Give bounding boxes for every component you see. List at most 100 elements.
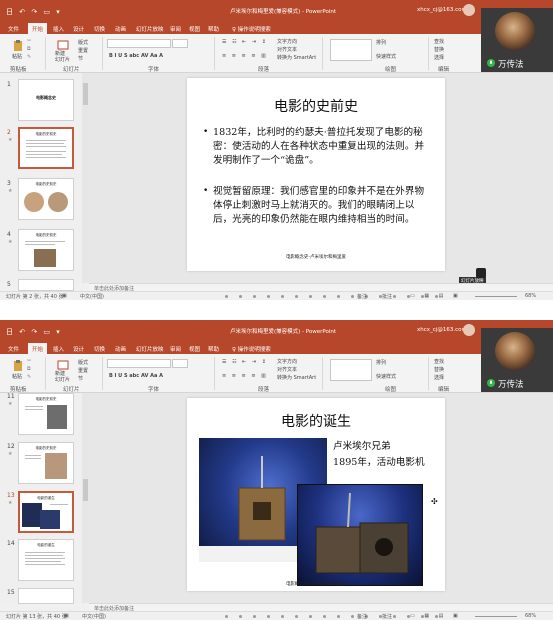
format-painter-icon[interactable]: ✎ — [27, 54, 31, 60]
tab-help[interactable]: 帮助 — [208, 25, 219, 33]
slide-thumbnail[interactable] — [18, 588, 74, 604]
find-button[interactable]: 查找 — [434, 38, 444, 45]
slide-footer[interactable]: 电影概念史-卢米埃尔和梅里爱 — [187, 254, 445, 260]
quick-access-toolbar[interactable]: 日 ↶ ↷ ▭ ▾ — [6, 7, 62, 17]
tab-help[interactable]: 帮助 — [208, 345, 219, 353]
quick-styles-button[interactable]: 快速样式 — [376, 373, 396, 380]
layout-button[interactable]: 版式 — [78, 359, 88, 366]
slide-thumbnails-pane[interactable]: 11 ★ 电影的史前史 12 ★ 电影的史前史 13 ★ 电影的诞生 14 电影… — [0, 393, 82, 604]
slide-thumbnail[interactable]: 电影的诞生 — [18, 539, 74, 581]
thumbnail-scrollbar[interactable] — [82, 393, 89, 603]
tab-insert[interactable]: 插入 — [53, 25, 64, 33]
align-buttons[interactable]: ≡ ≡ ≡ ≡ ▥ — [222, 373, 268, 379]
slide-thumbnails-pane[interactable]: 1 电影概念史 2 ★ 电影的史前史 3 ★ 电影的史前史 4 ★ 电影的史前史… — [0, 73, 82, 291]
arrange-button[interactable]: 排列 — [376, 39, 386, 46]
smartart-button[interactable]: 转换为 SmartArt — [277, 54, 316, 61]
section-button[interactable]: 节 — [78, 375, 83, 382]
layout-button[interactable]: 版式 — [78, 39, 88, 46]
slide-thumbnail[interactable]: 电影概念史 — [18, 79, 74, 121]
copy-icon[interactable]: ⧉ — [27, 46, 31, 52]
select-button[interactable]: 选择 — [434, 54, 444, 61]
notes-toggle[interactable]: 备注 — [357, 293, 367, 300]
tab-insert[interactable]: 插入 — [53, 345, 64, 353]
slide-thumbnail[interactable] — [18, 279, 74, 291]
replace-button[interactable]: 替换 — [434, 366, 444, 373]
slide-thumbnail[interactable]: 电影的史前史 — [18, 229, 74, 271]
tab-transitions[interactable]: 切换 — [94, 25, 105, 33]
slide[interactable]: 电影的诞生 卢米埃尔兄弟 1895年，活动电影机 电影概念史-卢米埃尔和梅里爱 — [187, 398, 445, 591]
slideshow-icon[interactable] — [476, 268, 486, 278]
shapes-gallery[interactable] — [330, 39, 372, 61]
font-size-box[interactable] — [172, 359, 188, 368]
view-buttons[interactable]: ▭ ▦ ▤ ▣ — [410, 613, 462, 619]
section-button[interactable]: 节 — [78, 55, 83, 62]
slide-thumbnail-selected[interactable]: 电影的诞生 — [18, 491, 74, 533]
notes-toggle[interactable]: 备注 — [357, 613, 367, 620]
list-buttons[interactable]: ☰ ☷ ⇤ ⇥ ↕ — [222, 359, 268, 365]
tab-animations[interactable]: 动画 — [115, 25, 126, 33]
slide-thumbnail[interactable]: 电影的史前史 — [18, 178, 74, 220]
account-avatar-icon[interactable] — [463, 4, 475, 16]
tab-file[interactable]: 文件 — [8, 345, 19, 353]
comments-toggle[interactable]: 批注 — [382, 293, 392, 300]
list-buttons[interactable]: ☰ ☷ ⇤ ⇥ ↕ — [222, 39, 268, 45]
caption-line-2[interactable]: 1895年，活动电影机 — [333, 456, 425, 470]
paste-icon[interactable] — [12, 359, 24, 371]
zoom-level[interactable]: 68% — [525, 613, 536, 619]
tell-me-search[interactable]: ♀ 操作说明搜索 — [232, 345, 271, 353]
tab-design[interactable]: 设计 — [73, 345, 84, 353]
account-email[interactable]: xhcx_cj@163.com — [417, 7, 467, 13]
scrollbar-thumb[interactable] — [83, 479, 88, 501]
paste-icon[interactable] — [12, 39, 24, 51]
view-buttons[interactable]: ▭ ▦ ▤ ▣ — [410, 293, 462, 299]
slide-title[interactable]: 电影的史前史 — [187, 96, 445, 116]
language-status[interactable]: 中文(中国) — [80, 293, 104, 300]
slide-footer[interactable]: 电影概念史-卢米埃尔和梅里爱 — [187, 581, 445, 587]
account-email[interactable]: xhcx_cj@163.com — [417, 327, 467, 333]
bullet-text-2[interactable]: 视觉暂留原理：我们感官里的印象并不是在外界物体停止刺激时马上就消灭的。我们的眼睛… — [213, 185, 431, 228]
replace-button[interactable]: 替换 — [434, 46, 444, 53]
thumbnail-scrollbar[interactable] — [82, 73, 89, 283]
smartart-button[interactable]: 转换为 SmartArt — [277, 374, 316, 381]
tab-home[interactable]: 开始 — [28, 343, 48, 354]
caption-line-1[interactable]: 卢米埃尔兄弟 — [333, 440, 391, 454]
slide-thumbnail-selected[interactable]: 电影的史前史 — [18, 127, 74, 169]
slide-title[interactable]: 电影的诞生 — [187, 411, 445, 431]
arrange-button[interactable]: 排列 — [376, 359, 386, 366]
account-avatar-icon[interactable] — [463, 324, 475, 336]
format-painter-icon[interactable]: ✎ — [27, 374, 31, 380]
scrollbar-thumb[interactable] — [83, 83, 88, 105]
font-format-buttons[interactable]: B I U S abc AV Aa A — [109, 373, 163, 379]
align-buttons[interactable]: ≡ ≡ ≡ ≡ ▥ — [222, 53, 268, 59]
slide[interactable]: 电影的史前史 • 1832年，比利时的约瑟夫·普拉托发现了电影的秘密：使活动的人… — [187, 78, 445, 271]
font-format-buttons[interactable]: B I U S abc AV Aa A — [109, 53, 163, 59]
language-status[interactable]: 中文(中国) — [82, 613, 106, 620]
font-name-box[interactable] — [107, 359, 171, 368]
new-slide-icon[interactable] — [57, 39, 69, 51]
tab-slideshow[interactable]: 幻灯片放映 — [136, 345, 164, 353]
reset-button[interactable]: 重置 — [78, 47, 88, 54]
reset-button[interactable]: 重置 — [78, 367, 88, 374]
slide-thumbnail[interactable]: 电影的史前史 — [18, 442, 74, 484]
copy-icon[interactable]: ⧉ — [27, 366, 31, 372]
tab-design[interactable]: 设计 — [73, 25, 84, 33]
tell-me-search[interactable]: ♀ 操作说明搜索 — [232, 25, 271, 33]
zoom-slider[interactable] — [475, 296, 517, 297]
cut-icon[interactable]: ✂ — [27, 358, 31, 364]
tab-view[interactable]: 视图 — [189, 345, 200, 353]
align-text-button[interactable]: 对齐文本 — [277, 366, 297, 373]
tab-review[interactable]: 审阅 — [170, 345, 181, 353]
zoom-slider[interactable] — [475, 616, 517, 617]
tab-review[interactable]: 审阅 — [170, 25, 181, 33]
new-slide-button[interactable]: 新建 幻灯片 — [55, 51, 70, 63]
paste-button[interactable]: 粘贴 — [12, 53, 22, 60]
quick-styles-button[interactable]: 快速样式 — [376, 53, 396, 60]
quick-access-toolbar[interactable]: 日 ↶ ↷ ▭ ▾ — [6, 327, 62, 337]
align-text-button[interactable]: 对齐文本 — [277, 46, 297, 53]
paste-button[interactable]: 粘贴 — [12, 373, 22, 380]
slide-thumbnail[interactable]: 电影的史前史 — [18, 393, 74, 435]
text-direction-button[interactable]: 文字方向 — [277, 358, 297, 365]
new-slide-button[interactable]: 新建 幻灯片 — [55, 371, 70, 383]
font-size-box[interactable] — [172, 39, 188, 48]
new-slide-icon[interactable] — [57, 359, 69, 371]
